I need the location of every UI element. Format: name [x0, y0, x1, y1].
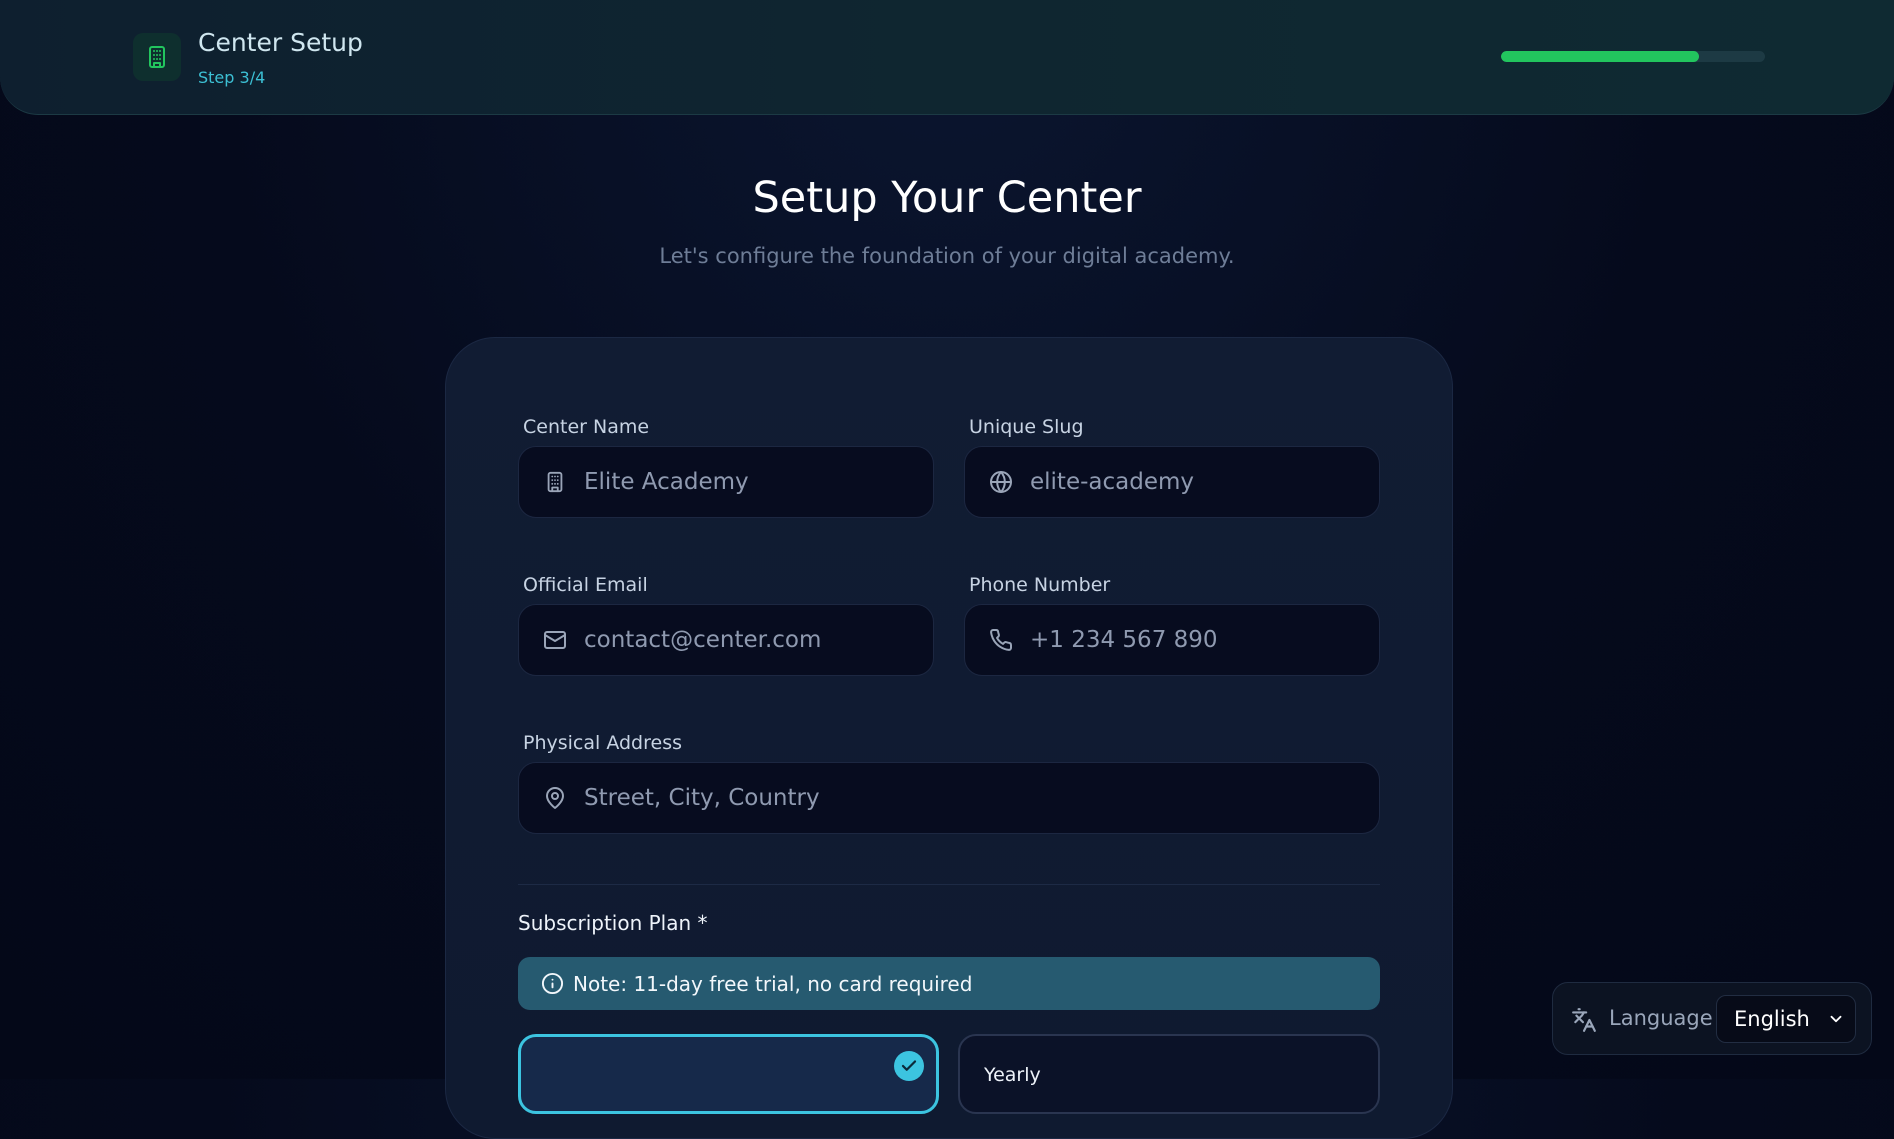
top-header: Center Setup Step 3/4: [0, 0, 1894, 115]
plan-option-selected[interactable]: [518, 1034, 939, 1114]
building-logo-icon: [133, 33, 181, 81]
language-switcher: Language English: [1552, 982, 1872, 1055]
language-selected-value: English: [1734, 1007, 1810, 1031]
email-label: Official Email: [523, 574, 648, 596]
trial-note-text: Note: 11-day free trial, no card require…: [573, 971, 973, 996]
slug-label: Unique Slug: [969, 416, 1084, 438]
center-name-placeholder: Elite Academy: [584, 469, 749, 495]
mail-icon: [542, 627, 568, 653]
center-name-input[interactable]: Elite Academy: [518, 446, 934, 518]
phone-label: Phone Number: [969, 574, 1111, 596]
header-title: Center Setup: [198, 28, 363, 57]
step-indicator: Step 3/4: [198, 68, 266, 87]
language-select[interactable]: English: [1716, 995, 1856, 1043]
plan-option-yearly[interactable]: Yearly: [958, 1034, 1380, 1114]
page-title: Setup Your Center: [752, 173, 1142, 223]
plan-name-yearly: Yearly: [984, 1064, 1041, 1086]
info-icon: [541, 972, 565, 996]
page-subtitle: Let's configure the foundation of your d…: [659, 244, 1235, 268]
phone-input[interactable]: +1 234 567 890: [964, 604, 1380, 676]
subscription-plan-label: Subscription Plan *: [518, 911, 708, 935]
address-placeholder: Street, City, Country: [584, 785, 820, 811]
phone-icon: [988, 627, 1014, 653]
phone-placeholder: +1 234 567 890: [1030, 627, 1218, 653]
center-name-label: Center Name: [523, 416, 650, 438]
trial-note-banner: Note: 11-day free trial, no card require…: [518, 957, 1380, 1010]
globe-icon: [988, 469, 1014, 495]
language-label: Language: [1609, 1006, 1713, 1030]
translate-icon: [1571, 1007, 1597, 1033]
email-placeholder: contact@center.com: [584, 627, 822, 653]
slug-placeholder: elite-academy: [1030, 469, 1194, 495]
chevron-down-icon: [1827, 1010, 1845, 1028]
check-icon: [894, 1051, 924, 1081]
progress-fill: [1501, 51, 1699, 62]
address-label: Physical Address: [523, 732, 682, 754]
address-input[interactable]: Street, City, Country: [518, 762, 1380, 834]
map-pin-icon: [542, 785, 568, 811]
building-icon: [542, 469, 568, 495]
email-input[interactable]: contact@center.com: [518, 604, 934, 676]
section-divider: [518, 884, 1380, 885]
slug-input[interactable]: elite-academy: [964, 446, 1380, 518]
progress-bar: [1501, 51, 1765, 62]
